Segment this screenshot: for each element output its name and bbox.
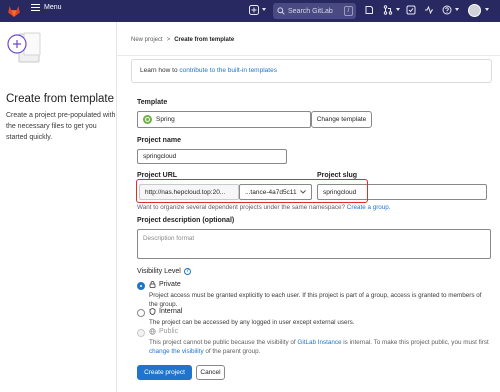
visibility-private-radio[interactable] [137,282,145,290]
template-illustration-icon [7,32,41,63]
public-description: This project cannot be public because th… [149,338,491,356]
chevron-down-icon[interactable] [455,8,459,11]
public-title: Public [159,328,179,335]
project-slug-label: Project slug [317,172,358,179]
globe-icon [149,328,156,335]
change-template-button[interactable]: Change template [311,111,372,128]
breadcrumb: New project > Create from template [131,37,234,43]
create-group-link[interactable]: Create a group. [347,204,391,211]
highlight-annotation [136,179,368,203]
avatar[interactable] [468,4,481,17]
help-icon[interactable] [441,5,453,17]
visibility-private-option: Private [149,281,181,288]
change-visibility-link[interactable]: change the visibility [149,348,204,355]
internal-title: Internal [159,308,183,315]
chevron-down-icon[interactable] [485,8,489,11]
chevron-down-icon[interactable] [262,8,266,11]
breadcrumb-separator: > [166,37,171,43]
search-icon [277,7,285,15]
info-text: Learn how to [140,67,180,74]
breadcrumb-current[interactable]: Create from template [174,37,234,43]
shield-icon [149,308,156,315]
private-title: Private [159,281,181,288]
visibility-internal-radio[interactable] [137,309,145,317]
visibility-label: Visibility Level [137,268,181,275]
project-url-label: Project URL [137,172,178,179]
template-sidebar: Create from template Create a project pr… [0,22,117,392]
namespace-help-text: Want to organize several dependent proje… [137,204,391,211]
activity-icon[interactable] [423,5,435,17]
hamburger-icon [31,4,40,11]
search-input[interactable]: Search GitLab / [273,3,356,19]
todo-icon[interactable] [405,5,417,17]
issues-icon[interactable] [363,5,375,17]
visibility-internal-option: Internal [149,308,182,315]
public-desc-part-b: is internal. To make this project public… [341,339,489,346]
public-desc-part-a: This project cannot be public because th… [149,339,298,346]
template-info-box: Learn how to contribute to the built-in … [131,59,492,83]
lock-icon [149,281,156,288]
project-name-input[interactable]: springcloud [137,149,287,164]
search-placeholder: Search GitLab [288,7,333,15]
visibility-public-option: Public [149,328,178,335]
visibility-label-row: Visibility Level ? [137,268,191,275]
spring-icon [143,115,152,124]
menu-button[interactable]: Menu [31,4,62,11]
gitlab-logo-icon[interactable] [7,4,21,18]
gitlab-instance-link[interactable]: GitLab Instance [297,339,341,346]
chevron-down-icon[interactable] [396,8,400,11]
contribute-templates-link[interactable]: contribute to the built-in templates [179,67,277,74]
search-shortcut-hint: / [344,6,353,16]
breadcrumb-divider [117,55,500,56]
create-project-button[interactable]: Create project [137,365,192,380]
top-navbar: Menu Search GitLab / [0,0,500,22]
public-desc-part-c: of the parent group. [203,348,261,355]
namespace-help-label: Want to organize several dependent proje… [137,204,347,211]
breadcrumb-new-project[interactable]: New project [131,37,163,43]
template-selected-name: Spring [156,116,175,123]
description-textarea[interactable]: Description format [137,229,491,259]
template-selected-field: Spring [137,111,311,128]
description-label: Project description (optional) [137,217,235,224]
visibility-public-radio[interactable] [137,329,145,337]
template-label: Template [137,99,168,106]
create-new-icon[interactable] [248,5,260,17]
private-description: Project access must be granted explicitl… [149,292,482,308]
cancel-button[interactable]: Cancel [196,365,225,380]
visibility-help-icon[interactable]: ? [183,268,191,275]
menu-label: Menu [44,4,62,11]
project-name-label: Project name [137,137,181,144]
internal-description: The project can be accessed by any logge… [149,319,355,326]
sidebar-title: Create from template [6,93,115,105]
sidebar-description: Create a project pre-populated with the … [6,112,116,141]
merge-requests-icon[interactable] [382,5,394,17]
